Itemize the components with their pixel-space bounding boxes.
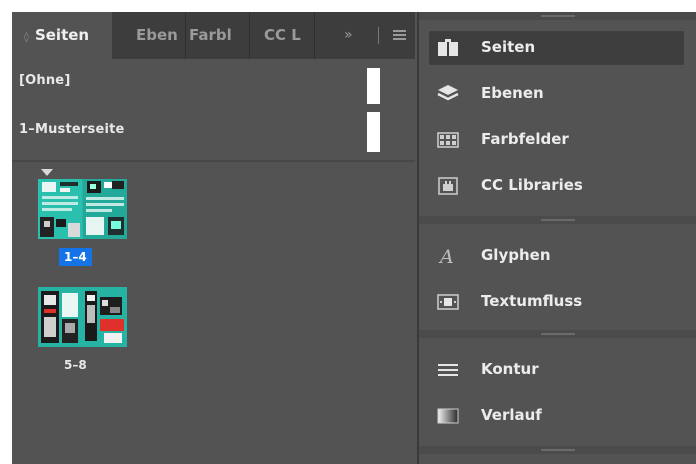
dock-item-cc-libraries[interactable]: CC Libraries [429, 169, 684, 203]
spread-label-1-4[interactable]: 1–4 [59, 248, 92, 266]
dock-grip[interactable] [419, 12, 696, 20]
pages-panel: ◊ Seiten Eben Farbl CC L » [Ohne] 1–Must… [12, 12, 415, 464]
tab-label: Eben [136, 26, 178, 44]
dock-item-seiten[interactable]: Seiten [429, 31, 684, 65]
swatches-icon [437, 132, 459, 148]
dock-item-farbfelder[interactable]: Farbfelder [429, 123, 684, 157]
dock-item-label: Seiten [481, 38, 536, 56]
spread-thumbnail-5-8[interactable] [38, 287, 127, 347]
tab-label: Seiten [34, 26, 90, 44]
grip-icon: ◊ [24, 32, 29, 43]
spread-label-5-8[interactable]: 5–8 [59, 356, 92, 374]
dock-item-kontur[interactable]: Kontur [429, 353, 684, 387]
tab-divider [378, 27, 379, 44]
dock-item-label: Textumfluss [481, 292, 583, 310]
dock-item-label: Farbfelder [481, 130, 569, 148]
tab-label: Farbl [189, 26, 232, 44]
master-label: [Ohne] [19, 73, 71, 88]
glyph-icon: A [438, 246, 454, 266]
dock-item-glyphen[interactable]: A Glyphen [429, 239, 684, 273]
tab-farbfelder[interactable]: Farbl [189, 12, 237, 59]
tab-label: CC L [264, 26, 301, 44]
dock-item-ebenen[interactable]: Ebenen [429, 77, 684, 111]
tab-divider [249, 12, 250, 59]
dock-item-verlauf[interactable]: Verlauf [429, 399, 684, 433]
text-wrap-icon [437, 294, 459, 310]
tab-divider [185, 12, 186, 59]
tab-ebenen[interactable]: Eben [136, 12, 184, 59]
dock-group-divider[interactable] [419, 216, 696, 224]
panel-tabbar: ◊ Seiten Eben Farbl CC L » [12, 12, 415, 59]
tab-cc-libraries[interactable]: CC L [264, 12, 314, 59]
spread-preview-image [38, 287, 127, 347]
cc-libraries-icon [438, 177, 458, 195]
dock-item-label: Glyphen [481, 246, 551, 264]
stroke-icon [438, 364, 458, 376]
double-chevron-right-icon: » [344, 27, 353, 43]
master-item-musterseite[interactable]: 1–Musterseite [12, 108, 415, 154]
panel-dock: Seiten Ebenen Farbfelder CC Libraries A … [417, 12, 696, 464]
tab-divider [314, 12, 315, 59]
dock-group-divider[interactable] [419, 330, 696, 338]
dock-item-label: Verlauf [481, 406, 542, 424]
dock-group-divider[interactable] [419, 446, 696, 454]
masters-divider [12, 160, 415, 162]
spread-preview-image [38, 179, 127, 239]
master-thumbnail[interactable] [367, 112, 380, 152]
layers-icon [437, 85, 459, 101]
dock-item-label: CC Libraries [481, 176, 583, 194]
master-item-none[interactable]: [Ohne] [12, 61, 415, 107]
svg-text:A: A [438, 246, 454, 266]
app-frame: ◊ Seiten Eben Farbl CC L » [Ohne] 1–Must… [12, 12, 696, 464]
master-label: 1–Musterseite [19, 122, 125, 137]
spread-marker-icon [41, 169, 53, 176]
tab-seiten[interactable]: ◊ Seiten [12, 12, 112, 59]
panel-menu-icon[interactable] [393, 30, 406, 41]
spread-thumbnail-1-4[interactable] [38, 179, 127, 239]
gradient-icon [437, 408, 459, 424]
dock-item-label: Ebenen [481, 84, 544, 102]
master-thumbnail[interactable] [367, 68, 380, 104]
tab-overflow-button[interactable]: » [344, 12, 353, 59]
dock-item-textumfluss[interactable]: Textumfluss [429, 285, 684, 319]
pages-icon [438, 39, 458, 56]
dock-item-label: Kontur [481, 360, 539, 378]
